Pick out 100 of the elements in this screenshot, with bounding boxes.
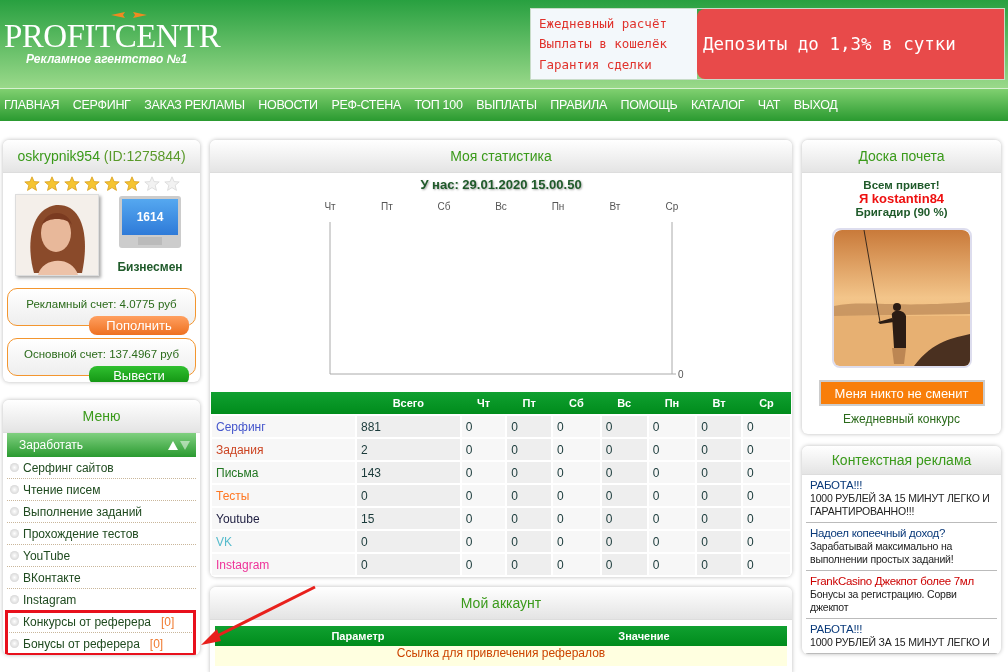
leader-button[interactable]: Меня никто не сменит xyxy=(818,380,985,406)
bullet-icon xyxy=(10,573,19,582)
table-cell: 15 xyxy=(356,507,461,530)
nav-link[interactable]: КАТАЛОГ xyxy=(691,98,745,112)
star-icon xyxy=(63,176,80,192)
axis-label: Сб xyxy=(437,201,451,212)
table-cell: 0 xyxy=(506,415,552,438)
username: oskrypnik954 (ID:1275844) xyxy=(17,148,186,164)
nav-link[interactable]: ВЫПЛАТЫ xyxy=(476,98,537,112)
server-time: У нас: 29.01.2020 15.00.50 xyxy=(419,177,583,192)
panel-title: Меню xyxy=(82,408,121,424)
menu-item[interactable]: Instagram xyxy=(7,589,196,611)
nav-link[interactable]: ЗАКАЗ РЕКЛАМЫ xyxy=(144,98,245,112)
nav-link[interactable]: ПОМОЩЬ xyxy=(620,98,678,112)
bullet-icon xyxy=(10,463,19,472)
menu-item[interactable]: Серфинг сайтов xyxy=(7,457,196,479)
menu-item[interactable]: Конкурсы от реферера [0] xyxy=(7,611,196,633)
menu-item[interactable]: YouTube xyxy=(7,545,196,567)
axis-label: Чт xyxy=(324,201,336,212)
table-cell: 0 xyxy=(460,415,507,438)
table-cell: 0 xyxy=(552,415,601,438)
menu-section-header[interactable]: Заработать xyxy=(7,433,196,457)
nav-link[interactable]: РЕФ-СТЕНА xyxy=(331,98,401,112)
menu-item[interactable]: Бонусы от реферера [0] xyxy=(7,633,196,655)
tagline: Рекламное агентство №1 xyxy=(26,52,188,66)
nav-link[interactable]: ЧАТ xyxy=(757,98,781,112)
star-icon xyxy=(143,176,160,192)
row-label[interactable]: Тесты xyxy=(211,484,356,507)
ad-link[interactable]: РАБОТА!!! xyxy=(810,622,993,636)
nav-link[interactable]: СЕРФИНГ xyxy=(72,98,131,112)
axis-label: Вт xyxy=(609,201,621,212)
nav-link[interactable]: ТОП 100 xyxy=(414,98,463,112)
nav-link[interactable]: НОВОСТИ xyxy=(258,98,318,112)
ad-link[interactable]: FrankCasino Джекпот более 7мл xyxy=(810,574,993,588)
column-header: Пт xyxy=(506,392,552,415)
nav-link[interactable]: ВЫХОД xyxy=(793,98,838,112)
menu-item-label: YouTube xyxy=(23,548,71,563)
star-icon xyxy=(163,176,180,192)
column-header: Значение xyxy=(617,630,671,642)
bullet-icon xyxy=(10,507,19,516)
row-label[interactable]: VK xyxy=(211,530,356,553)
panel-title: Моя статистика xyxy=(450,148,552,164)
row-label[interactable]: Письма xyxy=(211,461,356,484)
table-cell: 0 xyxy=(356,484,461,507)
item-count: [0] xyxy=(149,636,164,651)
row-label[interactable]: Задания xyxy=(211,438,356,461)
bullet-icon xyxy=(10,551,19,560)
counter-value: 1614 xyxy=(136,210,164,224)
star-icon xyxy=(103,176,120,192)
leader-name: Я kostantin84 xyxy=(858,191,945,206)
ad-text: 1000 РУБЛЕЙ ЗА 15 МИНУТ ЛЕГКО И ГАРАНТИРОВАННО!!! xyxy=(810,492,991,518)
star-icon xyxy=(123,176,140,192)
menu-item[interactable]: ВКонтакте xyxy=(7,567,196,589)
menu-item-label: Бонусы от реферера xyxy=(23,636,140,651)
axis-label: Пт xyxy=(381,201,393,212)
panel-title: Доска почета xyxy=(858,148,945,164)
account-button[interactable]: Вывести xyxy=(89,366,189,382)
table-cell: 0 xyxy=(356,530,461,553)
menu-item[interactable]: Прохождение тестов xyxy=(7,523,196,545)
row-label[interactable]: Серфинг xyxy=(211,415,356,438)
site-logo[interactable]: PROFITCENTR xyxy=(4,20,221,52)
table-cell: 143 xyxy=(356,461,461,484)
row-label[interactable]: Instagram xyxy=(211,553,356,576)
column-header: Вт xyxy=(696,392,742,415)
menu-item[interactable]: Чтение писем xyxy=(7,479,196,501)
tick-label: 0 xyxy=(678,369,684,380)
table-cell: 0 xyxy=(647,415,697,438)
ad-text: Зарабатывай максимально на выполнении простых заданий! xyxy=(810,540,955,566)
table-cell: 2 xyxy=(356,438,461,461)
user-status: Бизнесмен xyxy=(117,260,183,274)
menu-item-label: Instagram xyxy=(23,592,77,607)
account-balance: Основной счет: 137.4967 руб xyxy=(23,347,180,361)
axis-label: Пн xyxy=(551,201,565,212)
menu-item-label: Чтение писем xyxy=(23,482,101,497)
menu-item-label: Выполнение заданий xyxy=(23,504,143,519)
bullet-icon xyxy=(10,617,19,626)
star-icon xyxy=(23,176,40,192)
table-cell: 0 xyxy=(600,415,648,438)
column-header: Сб xyxy=(552,392,601,415)
axis-label: Вс xyxy=(495,201,507,212)
table-cell: 0 xyxy=(356,553,461,576)
advert-banner[interactable]: Ежедневный расчёт Выплаты в кошелёк Гарантия сделки Депозиты до 1,3% в сутки xyxy=(530,8,1005,80)
banner-headline: Депозиты до 1,3% в сутки xyxy=(697,9,1004,79)
menu-item[interactable]: Выполнение заданий xyxy=(7,501,196,523)
ad-link[interactable]: РАБОТА!!! xyxy=(810,478,993,492)
bullet-icon xyxy=(10,485,19,494)
star-icon xyxy=(83,176,100,192)
menu-item-label: Серфинг сайтов xyxy=(23,460,114,475)
table-cell: Ссылка для привлечения рефералов xyxy=(396,646,606,660)
menu-item-label: Конкурсы от реферера xyxy=(23,614,151,629)
ad-link[interactable]: Надоел копеечный доход? xyxy=(810,526,993,540)
greeting: Всем привет! xyxy=(863,179,940,191)
nav-link[interactable]: ГЛАВНАЯ xyxy=(4,98,60,112)
account-button[interactable]: Пополнить xyxy=(89,316,189,335)
table-cell: 0 xyxy=(696,415,742,438)
row-label[interactable]: Youtube xyxy=(211,507,356,530)
star-icon xyxy=(43,176,60,192)
banner-line: Ежедневный расчёт xyxy=(539,15,668,31)
nav-link[interactable]: ПРАВИЛА xyxy=(550,98,607,112)
item-count: [0] xyxy=(161,614,175,629)
